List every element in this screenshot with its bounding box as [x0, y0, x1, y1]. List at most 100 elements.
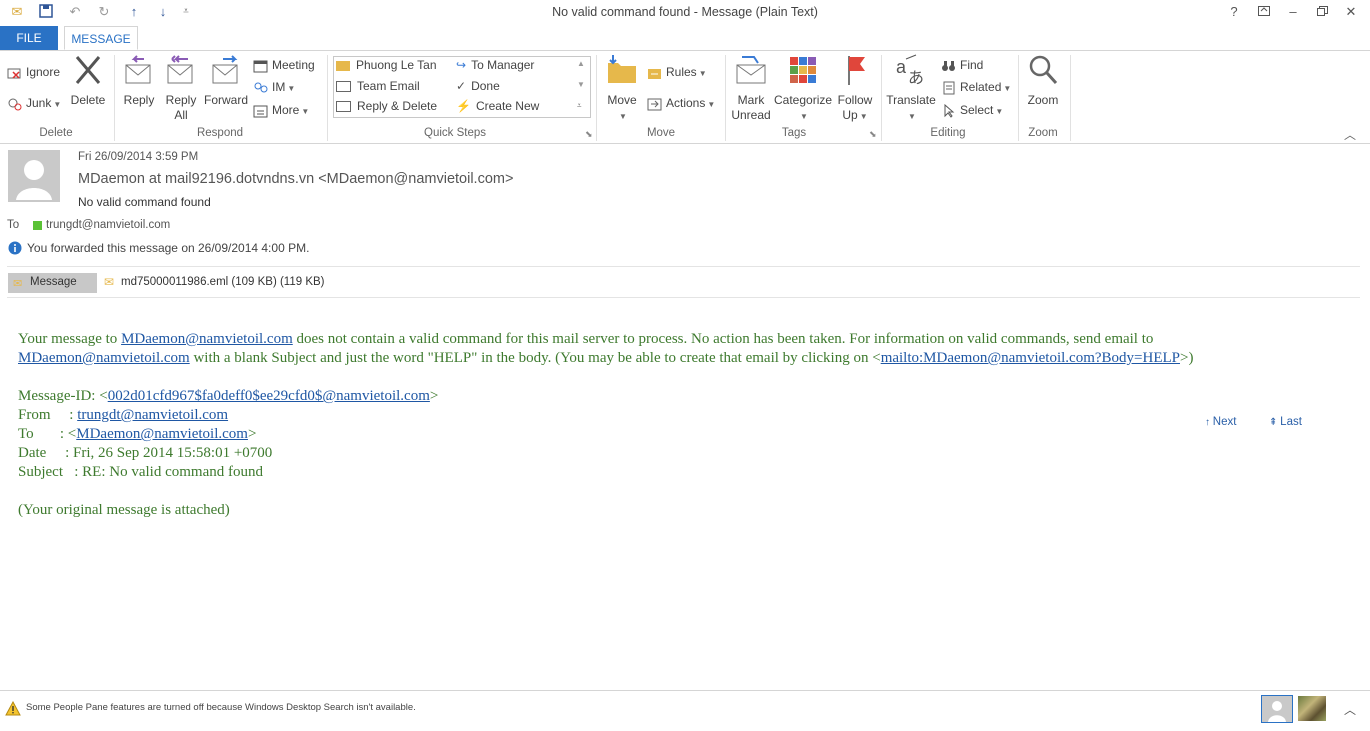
select-button[interactable]: Select ▼	[941, 101, 1003, 119]
body-line: To : <MDaemon@namvietoil.com>	[18, 426, 257, 442]
email-link[interactable]: MDaemon@namvietoil.com	[18, 350, 190, 366]
zoom-button[interactable]: Zoom	[1023, 53, 1063, 108]
actions-button[interactable]: Actions ▼	[647, 94, 715, 112]
quick-step-done[interactable]: ✓ Done	[456, 79, 500, 93]
contact-photo[interactable]	[1298, 696, 1326, 721]
junk-button[interactable]: Junk ▼	[7, 94, 61, 112]
expand-people-pane-icon[interactable]: ︿	[1344, 701, 1356, 718]
translate-icon: aあ	[896, 54, 924, 87]
related-icon	[941, 81, 957, 95]
reply-all-label-1: Reply	[165, 93, 197, 107]
mailto-link[interactable]: mailto:MDaemon@namvietoil.com?Body=HELP	[881, 350, 1180, 366]
message-date: Fri 26/09/2014 3:59 PM	[78, 151, 199, 163]
attachment-tab-message[interactable]: ✉ Message	[8, 273, 97, 293]
flag-icon	[848, 56, 865, 85]
collapse-ribbon-icon[interactable]: ︿	[1344, 126, 1356, 143]
to-label: To	[7, 219, 20, 231]
find-button[interactable]: Find	[941, 56, 983, 74]
message-body: Your message to MDaemon@namvietoil.com d…	[18, 330, 1348, 520]
close-button[interactable]: ✕	[1340, 3, 1362, 21]
meeting-button[interactable]: Meeting	[253, 56, 315, 74]
rules-button[interactable]: Rules ▼	[647, 63, 707, 81]
next-button[interactable]: ↑ Next	[1205, 416, 1236, 428]
message-subject: No valid command found	[78, 195, 211, 209]
divider	[7, 297, 1360, 298]
more-button[interactable]: More ▼	[253, 101, 309, 119]
translate-button[interactable]: aあ Translate ▼	[886, 53, 936, 124]
follow-up-button[interactable]: Follow Up ▼	[834, 53, 876, 124]
team-email-icon	[336, 81, 351, 93]
translate-label: Translate	[886, 93, 936, 107]
reply-label: Reply	[123, 93, 155, 107]
reply-button[interactable]: Reply	[119, 53, 159, 108]
attachment-file[interactable]: md75000011986.eml (109 KB) (119 KB)	[121, 276, 325, 288]
last-button[interactable]: ⇞ Last	[1269, 416, 1302, 428]
restore-button[interactable]	[1311, 3, 1333, 21]
quick-step-reply-delete[interactable]: Reply & Delete	[336, 99, 437, 113]
help-button[interactable]: ?	[1223, 3, 1245, 21]
cursor-icon	[941, 103, 957, 118]
categorize-button[interactable]: Categorize ▼	[774, 53, 832, 124]
checkmark-icon: ✓	[456, 79, 467, 93]
ribbon: Ignore Junk ▼ Delete Delete Reply Reply A…	[0, 51, 1370, 144]
message-id-link[interactable]: 002d01cfd967$fa0deff0$ee29cfd0$@namvieto…	[108, 388, 430, 404]
more-icon	[253, 104, 269, 118]
delete-button[interactable]: Delete	[68, 53, 108, 108]
group-label-move: Move	[646, 127, 676, 139]
group-separator	[114, 55, 115, 141]
lightning-icon: ⚡	[456, 99, 471, 113]
quick-step-team-email[interactable]: Team Email	[336, 79, 420, 93]
email-link[interactable]: MDaemon@namvietoil.com	[121, 331, 293, 347]
mark-unread-button[interactable]: Mark Unread	[729, 53, 773, 123]
info-icon	[8, 241, 22, 258]
dialog-launcher-icon[interactable]: ⬊	[585, 129, 593, 140]
forward-icon	[212, 55, 238, 84]
delete-icon	[75, 56, 101, 84]
warning-icon	[5, 700, 21, 719]
quick-step-phuong-le-tan[interactable]: Phuong Le Tan	[336, 58, 437, 72]
im-label: IM	[272, 80, 286, 94]
related-button[interactable]: Related ▼	[941, 78, 1011, 96]
calendar-icon	[253, 59, 269, 73]
zoom-label: Zoom	[1027, 93, 1059, 107]
recipient[interactable]: trungdt@namvietoil.com	[46, 219, 170, 231]
group-separator	[725, 55, 726, 141]
group-separator	[1018, 55, 1019, 141]
magnifier-icon	[1029, 55, 1058, 85]
find-label: Find	[960, 58, 984, 72]
follow-up-label-1: Follow	[837, 93, 873, 107]
envelope-icon: ✉	[13, 278, 23, 290]
im-button[interactable]: IM ▼	[253, 78, 295, 96]
body-line: Date : Fri, 26 Sep 2014 15:58:01 +0700	[18, 445, 273, 461]
minimize-button[interactable]: –	[1282, 3, 1304, 21]
folder-icon	[336, 60, 350, 71]
rules-icon	[647, 66, 663, 80]
ribbon-display-options-icon[interactable]	[1253, 3, 1275, 21]
scroll-up-icon[interactable]: ▲	[577, 59, 585, 68]
group-label-editing: Editing	[930, 127, 966, 139]
dialog-launcher-icon[interactable]: ⬊	[869, 129, 877, 140]
people-avatar-button[interactable]	[1261, 695, 1293, 723]
email-link[interactable]: trungdt@namvietoil.com	[77, 407, 228, 423]
body-line: (Your original message is attached)	[18, 502, 230, 518]
body-line: Subject : RE: No valid command found	[18, 464, 263, 480]
reply-all-button[interactable]: Reply All	[161, 53, 201, 123]
expand-gallery-icon[interactable]: ⩡	[577, 101, 582, 111]
group-label-respond: Respond	[196, 127, 244, 139]
quick-step-create-new[interactable]: ⚡ Create New	[456, 99, 539, 113]
tab-file[interactable]: FILE	[0, 26, 58, 50]
move-button[interactable]: Move ▼	[602, 53, 642, 124]
forward-button[interactable]: Forward	[203, 53, 249, 108]
message-from[interactable]: MDaemon at mail92196.dotvndns.vn <MDaemo…	[78, 171, 513, 187]
meeting-label: Meeting	[272, 58, 315, 72]
more-label: More	[272, 103, 300, 117]
ignore-button[interactable]: Ignore	[7, 63, 60, 81]
quick-step-to-manager[interactable]: ↪ To Manager	[456, 58, 534, 72]
categorize-icon	[790, 57, 816, 83]
scroll-down-icon[interactable]: ▼	[577, 80, 585, 89]
ignore-label: Ignore	[26, 65, 61, 79]
email-link[interactable]: MDaemon@namvietoil.com	[76, 426, 248, 442]
tab-message[interactable]: MESSAGE	[64, 26, 138, 50]
